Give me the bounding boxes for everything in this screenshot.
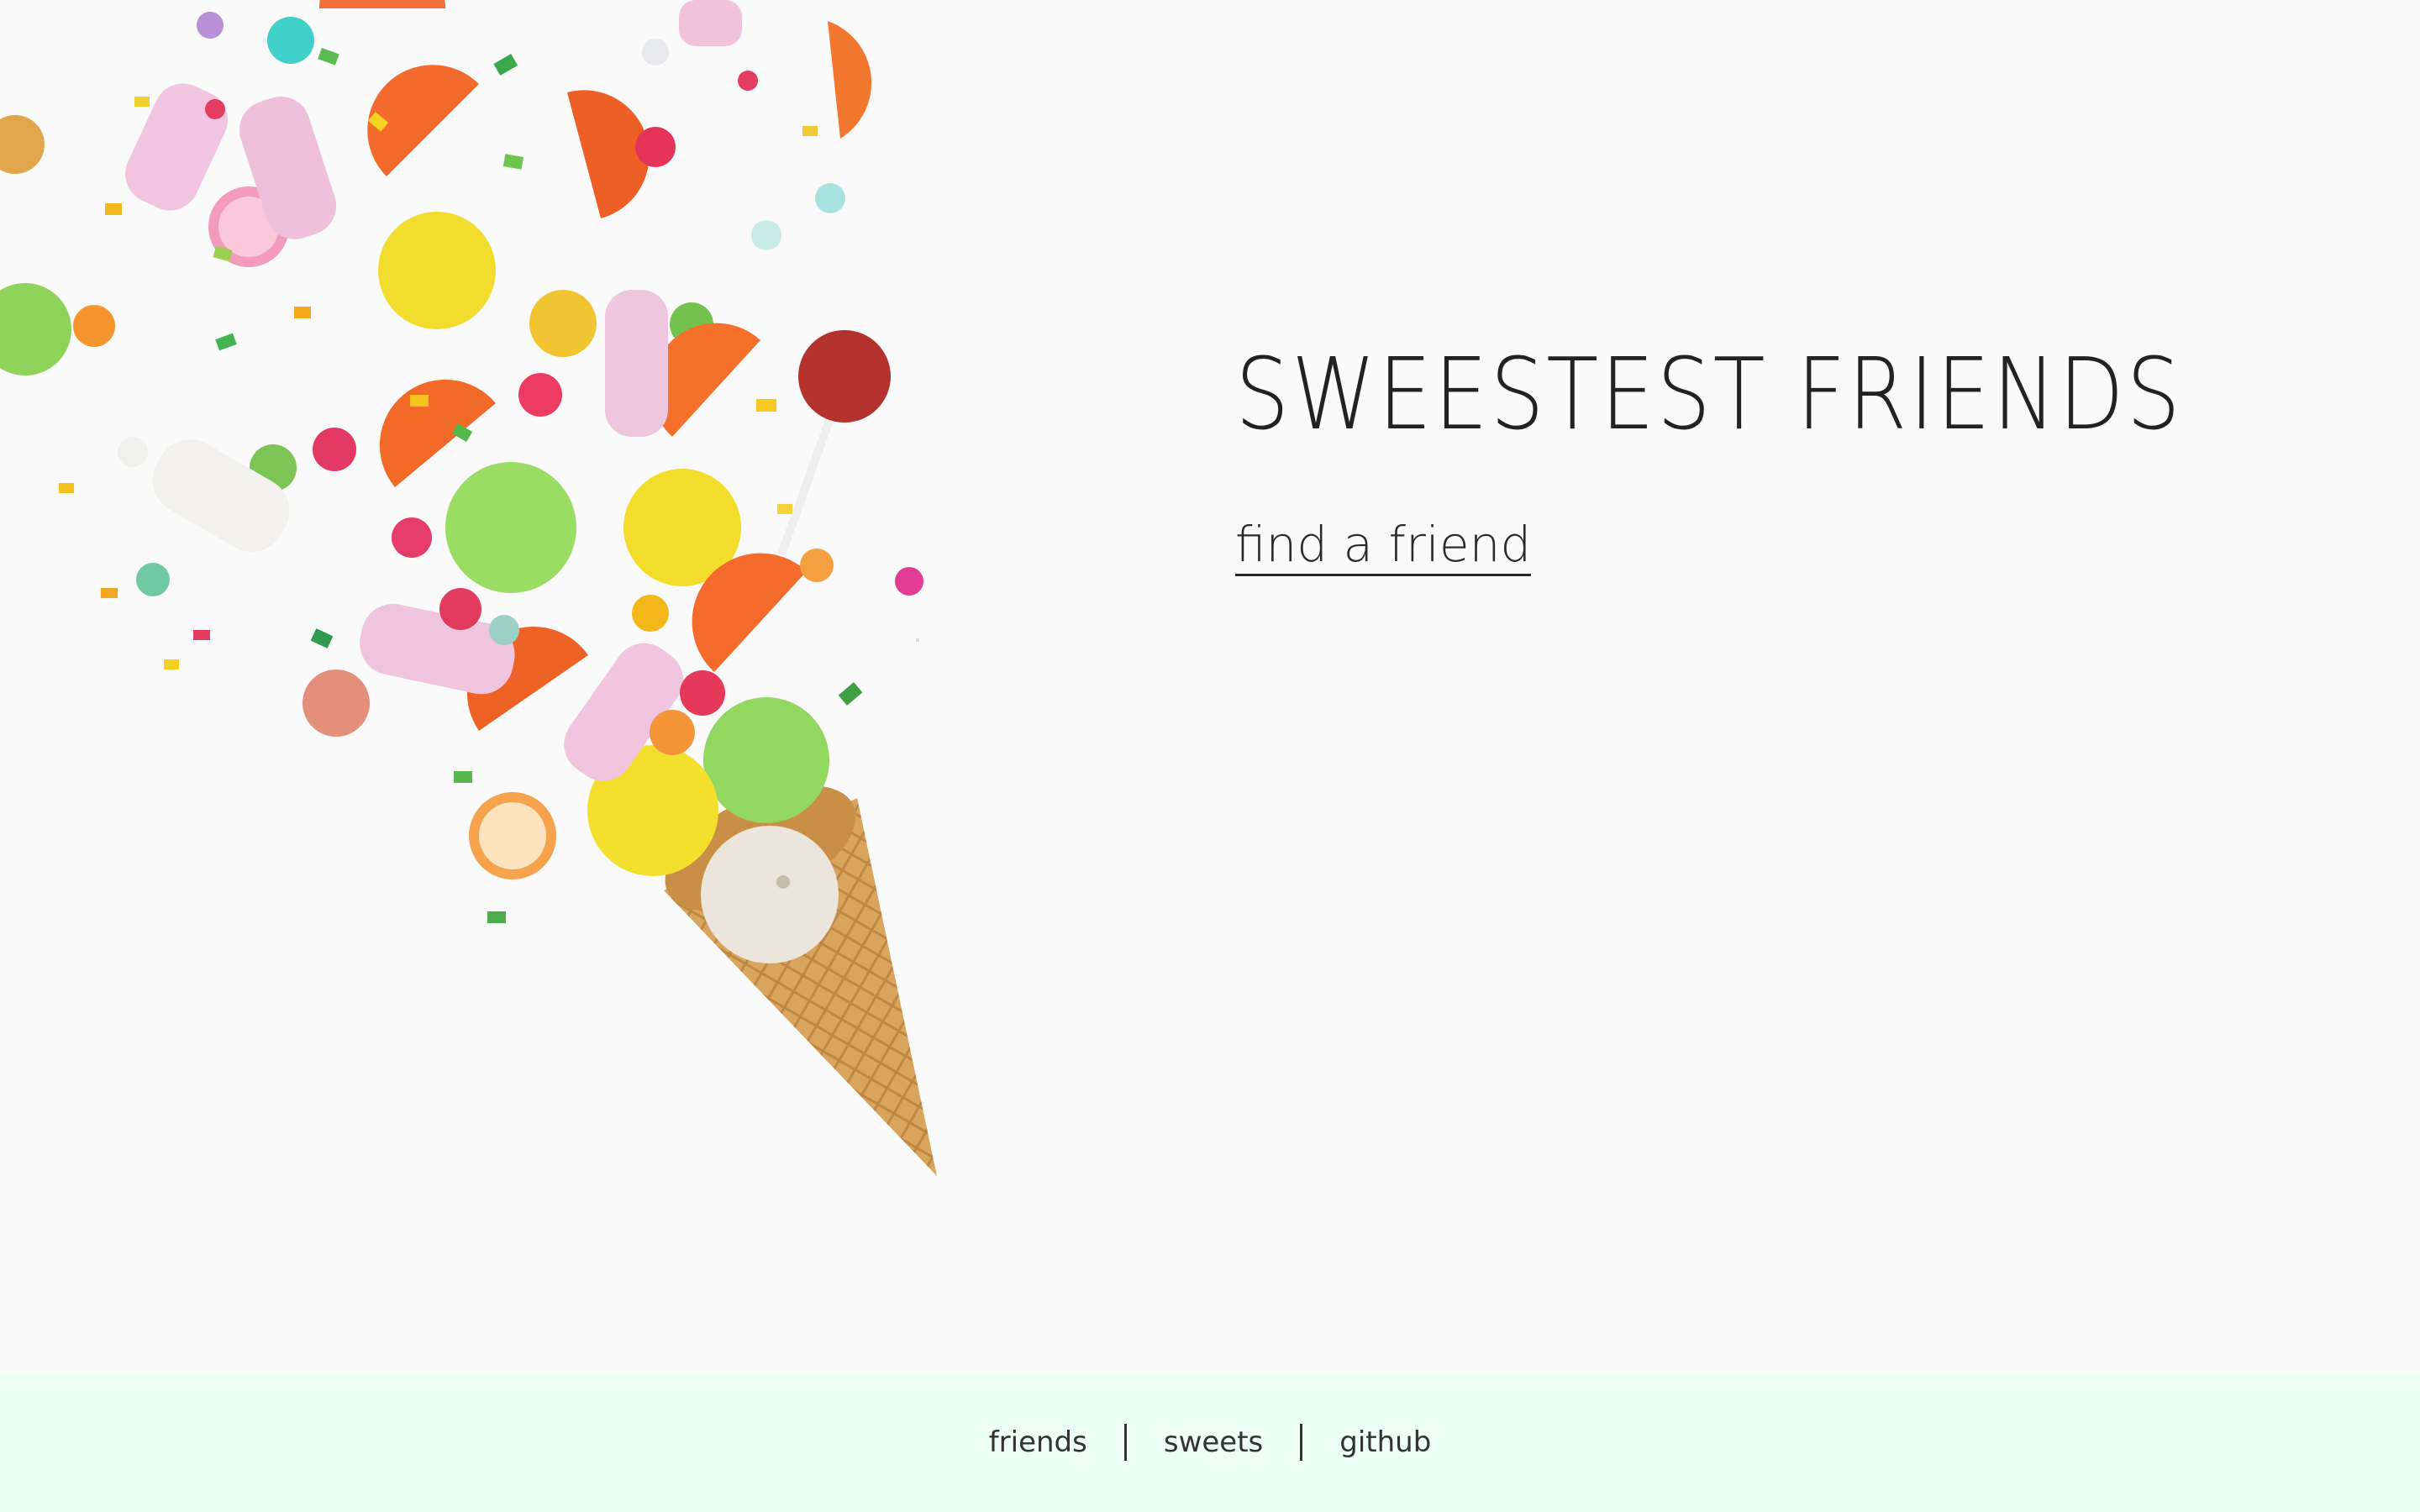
footer-link-sweets[interactable]: sweets: [1127, 1425, 1300, 1459]
footer-nav: friends sweets github: [952, 1424, 1469, 1461]
candy-pieces: [0, 0, 923, 923]
footer-link-friends[interactable]: friends: [952, 1425, 1124, 1459]
candy-cone-illustration: [0, 0, 937, 1176]
find-a-friend-link[interactable]: find a friend: [1235, 517, 1532, 577]
site-title: SWEESTEST FRIENDS: [1235, 336, 2183, 452]
footer-link-github[interactable]: github: [1302, 1425, 1468, 1459]
landing-page: SWEESTEST FRIENDS find a friend friends …: [0, 0, 2420, 1512]
hero-section: SWEESTEST FRIENDS find a friend: [1235, 336, 2337, 577]
footer: friends sweets github: [0, 1373, 2420, 1512]
